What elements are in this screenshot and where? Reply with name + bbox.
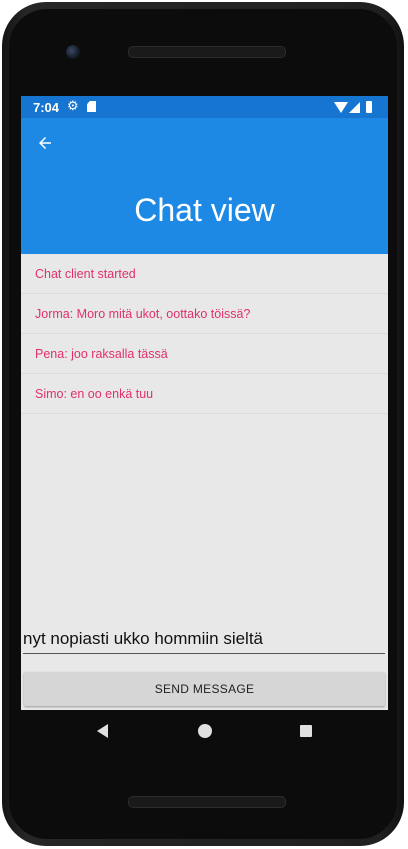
toolbar: Chat view: [21, 118, 388, 254]
status-time: 7:04: [33, 100, 60, 115]
status-icons: [328, 100, 378, 114]
list-item: Pena: joo raksalla tässä: [21, 334, 388, 374]
list-item: Jorma: Moro mitä ukot, oottako töissä?: [21, 294, 388, 334]
bottom-speaker: [128, 796, 286, 808]
arrow-left-icon: [39, 137, 51, 149]
list-item: Simo: en oo enkä tuu: [21, 374, 388, 414]
signal-icon: [349, 102, 360, 113]
camera-icon: [66, 45, 80, 59]
message-input[interactable]: [23, 626, 385, 654]
recents-square-icon[interactable]: [300, 725, 312, 737]
send-message-button[interactable]: SEND MESSAGE: [24, 672, 385, 706]
app-screen: 7:04 ⚙ Chat view Chat client started Jor…: [21, 96, 388, 710]
message-list: Chat client started Jorma: Moro mitä uko…: [21, 254, 388, 414]
list-item: Chat client started: [21, 254, 388, 294]
back-triangle-icon[interactable]: [97, 724, 108, 738]
top-speaker: [128, 46, 286, 58]
system-nav-bar: [21, 710, 388, 754]
status-bar: 7:04 ⚙: [21, 96, 388, 118]
sd-card-icon: [87, 101, 96, 112]
back-button[interactable]: [32, 130, 58, 156]
message-input-row: [23, 626, 385, 654]
wifi-icon: [334, 102, 348, 113]
home-circle-icon[interactable]: [198, 724, 212, 738]
gear-icon: ⚙: [67, 98, 79, 113]
page-title: Chat view: [134, 192, 275, 228]
battery-icon: [366, 101, 372, 113]
